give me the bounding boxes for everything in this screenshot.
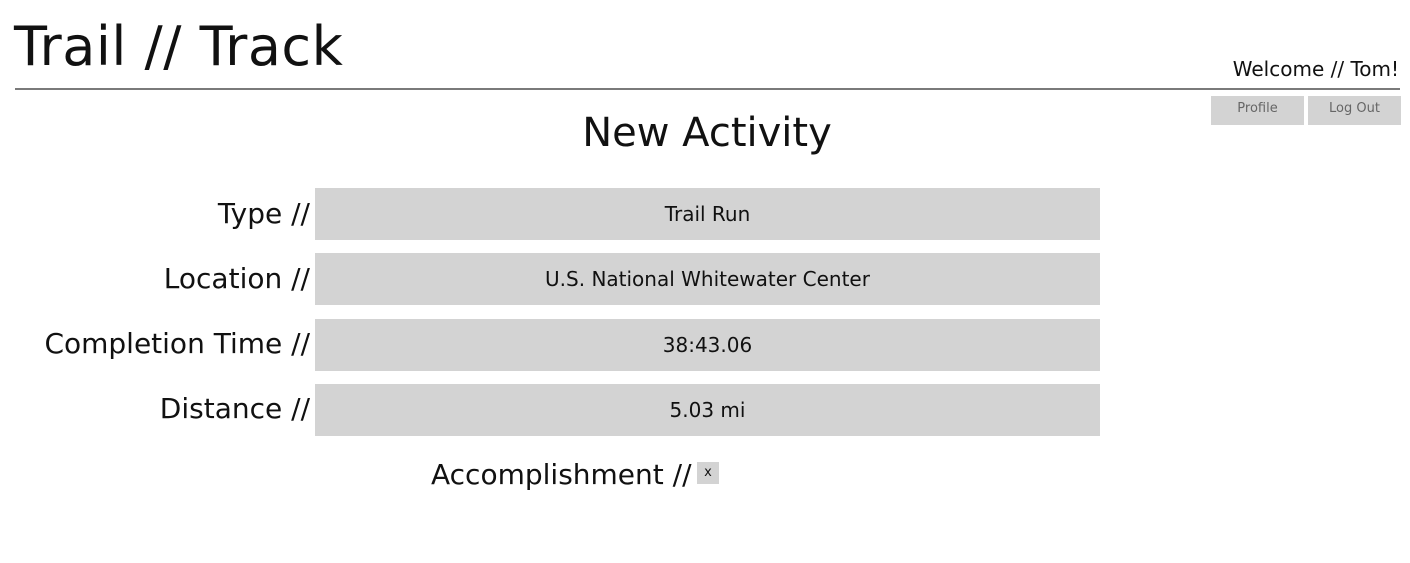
completion-time-label: Completion Time // (44, 327, 310, 360)
distance-label: Distance // (159, 392, 310, 425)
header-divider (15, 88, 1400, 90)
location-field[interactable]: U.S. National Whitewater Center (315, 253, 1100, 305)
accomplishment-checkbox[interactable]: x (697, 462, 719, 484)
accomplishment-label: Accomplishment // (431, 458, 692, 491)
welcome-message: Welcome // Tom! (1232, 57, 1399, 81)
distance-field[interactable]: 5.03 mi (315, 384, 1100, 436)
type-label: Type // (217, 197, 310, 230)
page-title: New Activity (582, 110, 832, 156)
location-label: Location // (163, 262, 310, 295)
completion-time-field[interactable]: 38:43.06 (315, 319, 1100, 371)
app-title: Trail // Track (14, 15, 344, 78)
type-field[interactable]: Trail Run (315, 188, 1100, 240)
